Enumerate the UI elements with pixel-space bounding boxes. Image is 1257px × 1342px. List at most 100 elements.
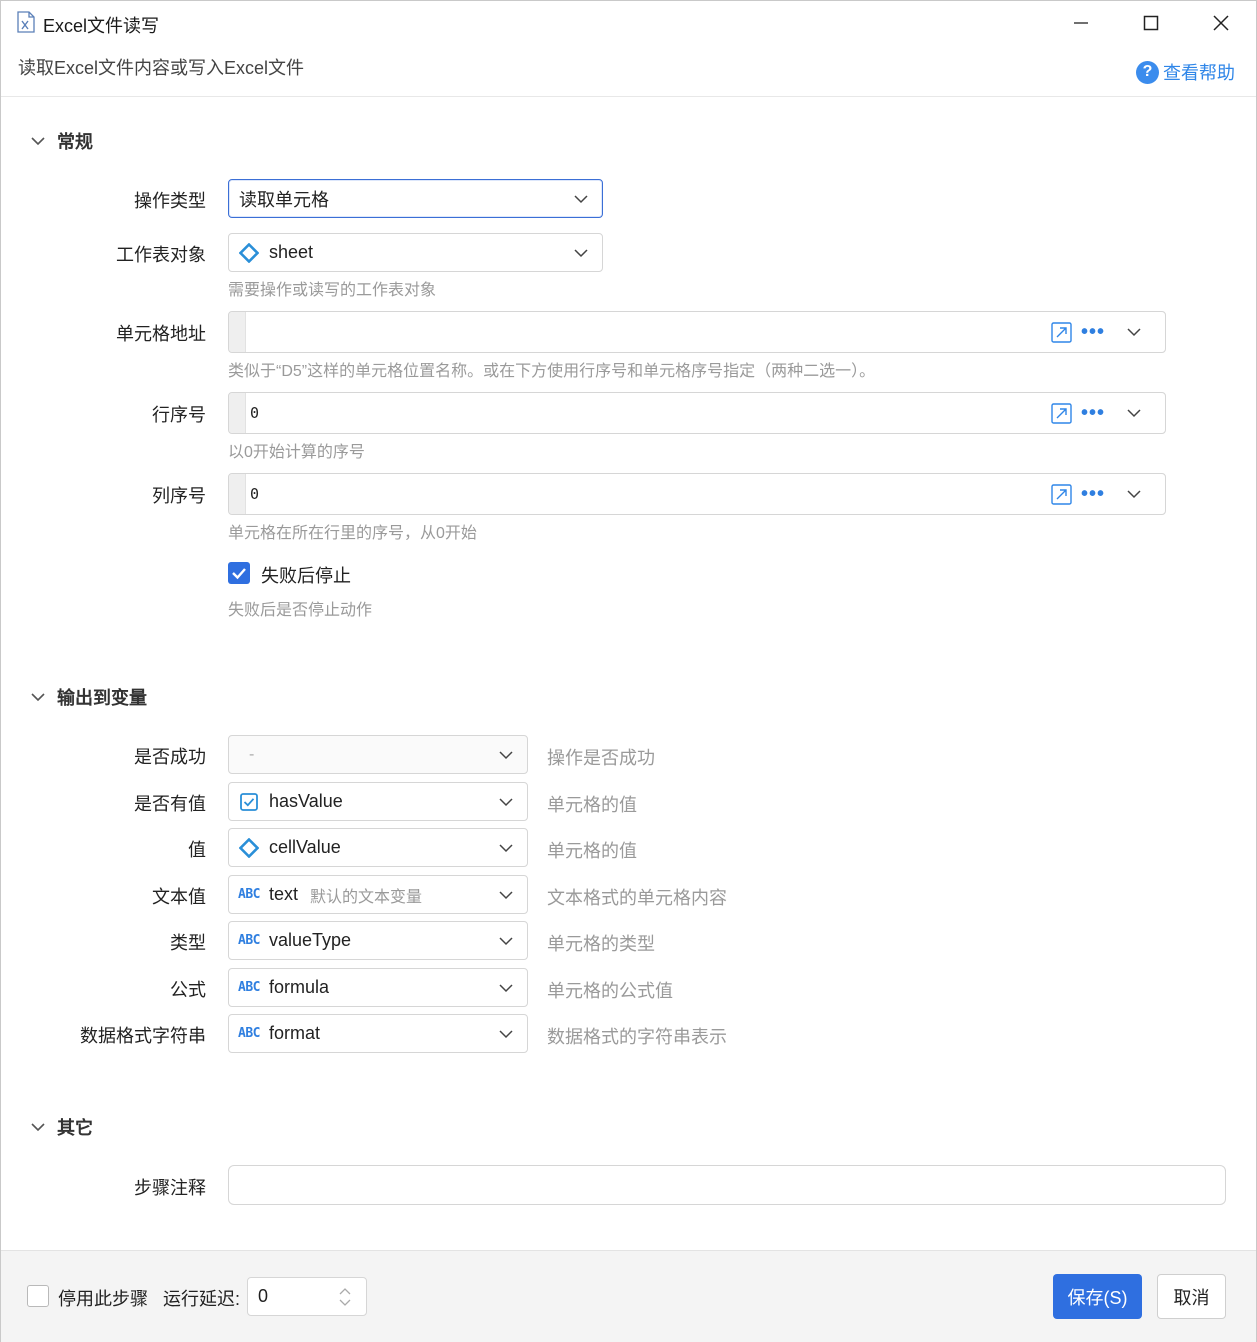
expand-editor-button[interactable] [1051,483,1072,505]
sheet-select[interactable]: sheet [228,233,603,272]
output-row-description: 单元格的值 [547,841,637,861]
section-other-header[interactable]: 其它 [29,1114,93,1140]
help-link[interactable]: ? 查看帮助 [1136,59,1235,85]
diamond-var-icon [239,837,259,858]
expr-dropdown-button[interactable] [1127,407,1141,419]
maximize-icon [1143,15,1159,31]
diamond-var-icon [239,242,259,263]
row-index-input[interactable]: 0 [246,393,1043,433]
output-variable-value: format [269,1023,321,1043]
sheet-value: sheet [269,242,314,262]
expand-arrow-icon [1051,321,1072,343]
output-variable-select[interactable]: ABC valueType [228,921,528,960]
close-button[interactable] [1207,9,1235,37]
output-row-description: 文本格式的单元格内容 [547,888,727,908]
delay-value: 0 [258,1286,269,1306]
expand-editor-button[interactable] [1051,321,1072,343]
output-row-description: 单元格的公式值 [547,981,673,1001]
maximize-button[interactable] [1137,9,1165,37]
section-output-title: 输出到变量 [57,688,147,708]
checkbox-var-icon [239,792,259,812]
op-type-value: 读取单元格 [239,189,329,210]
dialog-window: Excel文件读写 读取Excel文件内容或写入Excel文件 ? 查看帮助 常… [0,0,1257,1342]
expand-arrow-icon [1051,483,1072,505]
chevron-down-icon [499,983,513,992]
save-button[interactable]: 保存(S) [1053,1274,1142,1319]
abc-var-icon: ABC [238,1026,260,1041]
disable-step-checkbox[interactable] [27,1285,49,1307]
step-note-input[interactable] [228,1165,1226,1205]
dialog-description: 读取Excel文件内容或写入Excel文件 [18,58,305,78]
output-row-label: 是否成功 [134,747,206,767]
delay-spinner[interactable]: 0 [247,1277,367,1316]
output-variable-value: formula [269,977,330,997]
output-row-label: 值 [188,840,206,860]
abc-var-icon: ABC [238,980,260,995]
chevron-down-icon [31,137,45,146]
output-variable-select[interactable]: cellValue [228,828,528,867]
output-row-description: 单元格的值 [547,795,637,815]
checkmark-icon [232,568,246,580]
expand-editor-button[interactable] [1051,402,1072,424]
chevron-down-icon [574,194,588,203]
op-type-select[interactable]: 读取单元格 [228,179,603,218]
more-options-icon[interactable]: ••• [1081,484,1105,504]
section-general-header[interactable]: 常规 [29,128,93,154]
chevron-down-icon [1127,490,1141,499]
section-other-title: 其它 [57,1118,93,1138]
more-options-icon[interactable]: ••• [1081,322,1105,342]
cell-address-input[interactable] [246,312,1043,352]
expand-arrow-icon [1051,402,1072,424]
expr-strip [229,393,246,433]
expr-tools: ••• [1043,393,1165,433]
chevron-down-icon [499,1029,513,1038]
window-title: Excel文件读写 [43,16,160,36]
col-index-hint: 单元格在所在行里的序号，从0开始 [228,525,477,542]
chevron-down-icon [499,750,513,759]
expr-dropdown-button[interactable] [1127,326,1141,338]
expr-strip [229,312,246,352]
col-index-label: 列序号 [152,486,206,506]
chevron-down-icon [499,890,513,899]
output-row-label: 是否有值 [134,794,206,814]
spinner-arrows-icon[interactable] [338,1286,352,1308]
chevron-down-icon [1127,409,1141,418]
row-index-hint: 以0开始计算的序号 [228,444,365,461]
output-variable-value: text [269,884,299,904]
stop-on-fail-hint: 失败后是否停止动作 [228,602,373,619]
cancel-button[interactable]: 取消 [1157,1274,1226,1319]
col-index-input[interactable]: 0 [246,474,1043,514]
output-variable-select[interactable]: ABC text 默认的文本变量 [228,875,528,914]
cell-address-label: 单元格地址 [116,324,206,344]
abc-var-icon: ABC [238,933,260,948]
header-divider [1,96,1256,97]
op-type-label: 操作类型 [134,191,206,211]
stop-on-fail-checkbox[interactable] [228,562,250,584]
output-variable-value: cellValue [269,837,341,857]
section-general-title: 常规 [57,132,93,152]
expr-dropdown-button[interactable] [1127,488,1141,500]
output-row-label: 类型 [170,933,206,953]
output-row-description: 操作是否成功 [547,748,655,768]
output-variable-select[interactable]: - [228,735,528,774]
output-row-description: 单元格的类型 [547,934,655,954]
expr-strip [229,474,246,514]
minimize-button[interactable] [1067,9,1095,37]
chevron-down-icon [31,1123,45,1132]
output-row-label: 文本值 [152,887,206,907]
chevron-down-icon [499,936,513,945]
more-options-icon[interactable]: ••• [1081,403,1105,423]
col-index-field: 0 ••• [228,473,1166,515]
section-output-header[interactable]: 输出到变量 [29,684,147,710]
output-variable-select[interactable]: hasValue [228,782,528,821]
row-index-label: 行序号 [152,405,206,425]
sheet-hint: 需要操作或读写的工作表对象 [228,282,437,299]
chevron-down-icon [499,843,513,852]
cell-address-field: ••• [228,311,1166,353]
output-row-description: 数据格式的字符串表示 [547,1027,727,1047]
output-variable-select[interactable]: ABC formula [228,968,528,1007]
output-row-label: 数据格式字符串 [80,1026,206,1046]
expr-tools: ••• [1043,312,1165,352]
excel-file-icon [17,11,35,33]
output-variable-select[interactable]: ABC format [228,1014,528,1053]
